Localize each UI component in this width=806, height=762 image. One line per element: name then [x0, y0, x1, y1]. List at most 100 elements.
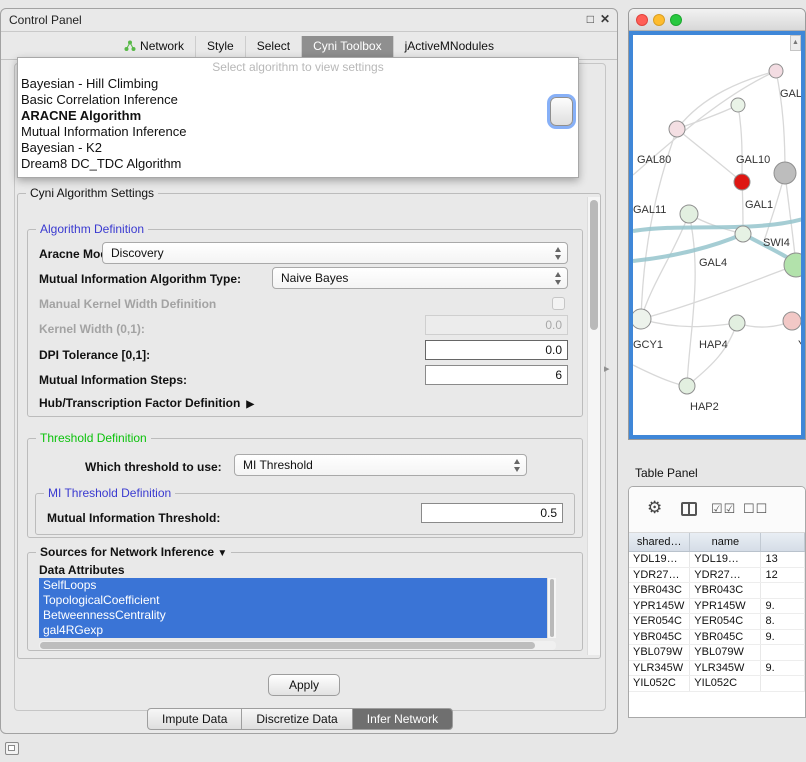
mi-threshold-field[interactable]: 0.5	[421, 503, 563, 523]
algorithm-option[interactable]: Bayesian - K2	[18, 140, 578, 156]
tab-discretize-data[interactable]: Discretize Data	[241, 708, 352, 730]
network-node[interactable]	[633, 309, 651, 329]
close-icon[interactable]: ✕	[600, 12, 610, 26]
control-panel-window: Control Panel □ ✕ Network Style Select C…	[0, 8, 618, 734]
table-row[interactable]: YDL19… YDL19… 13	[629, 552, 805, 568]
column-header[interactable]: name	[690, 533, 761, 551]
mi-steps-field[interactable]: 6	[425, 365, 568, 385]
tab-select[interactable]: Select	[245, 36, 301, 57]
algorithm-option[interactable]: Mutual Information Inference	[18, 124, 578, 140]
node-label: GAL4	[699, 257, 727, 269]
network-node[interactable]	[731, 98, 745, 112]
network-node[interactable]	[783, 312, 801, 330]
mi-type-select[interactable]: Naive Bayes	[272, 267, 568, 289]
network-node[interactable]	[734, 174, 750, 190]
table-cell: 9.	[761, 630, 805, 645]
window-title: Control Panel	[9, 13, 82, 27]
table-row[interactable]: YIL052C YIL052C	[629, 676, 805, 692]
settings-scrollbar[interactable]	[587, 197, 600, 655]
node-label: GAL80	[637, 154, 671, 166]
zoom-traffic-light[interactable]	[670, 14, 682, 26]
aracne-mode-select[interactable]: Discovery	[102, 242, 568, 264]
table-row[interactable]: YER054C YER054C 8.	[629, 614, 805, 630]
settings-scrollbar-thumb[interactable]	[590, 200, 598, 330]
algorithm-option[interactable]: Dream8 DC_TDC Algorithm	[18, 156, 578, 172]
table-cell: YLR345W	[629, 661, 690, 676]
table-header-row: shared… name	[629, 533, 805, 552]
table-cell: YDR27…	[629, 568, 690, 583]
table-columns-icon[interactable]	[681, 502, 697, 516]
network-node[interactable]	[735, 226, 751, 242]
stepper-icon	[513, 459, 522, 472]
network-node[interactable]	[669, 121, 685, 137]
attribute-item[interactable]: gal4RGexp	[39, 623, 547, 638]
algorithm-definition-title: Algorithm Definition	[36, 222, 148, 236]
dpi-tolerance-label: DPI Tolerance [0,1]:	[39, 348, 150, 362]
kernel-width-field: 0.0	[425, 315, 568, 335]
restore-panel-icon[interactable]	[5, 742, 19, 755]
gear-icon[interactable]: ⚙	[647, 498, 662, 518]
close-traffic-light[interactable]	[636, 14, 648, 26]
mi-type-value: Naive Bayes	[281, 271, 348, 285]
tab-impute-data[interactable]: Impute Data	[147, 708, 242, 730]
algorithm-option[interactable]: Bayesian - Hill Climbing	[18, 76, 578, 92]
network-node[interactable]	[679, 378, 695, 394]
collapse-right-icon: ▶	[246, 399, 254, 410]
table-row[interactable]: YDR27… YDR27… 12	[629, 568, 805, 584]
table-cell: YDR27…	[690, 568, 761, 583]
tab-infer-network[interactable]: Infer Network	[352, 708, 453, 730]
minimize-icon[interactable]: □	[587, 12, 594, 26]
table-cell: YBL079W	[690, 645, 761, 660]
attribute-item[interactable]: TopologicalCoefficient	[39, 593, 547, 608]
network-node[interactable]	[729, 315, 745, 331]
network-node[interactable]	[784, 253, 803, 277]
column-header[interactable]	[761, 533, 805, 551]
network-window-titlebar[interactable]	[629, 9, 805, 31]
table-panel-body: ⚙ ☑☑ ☐☐ shared… name YDL19… YDL19… 13 YD…	[628, 486, 806, 718]
tab-jactivemnodules[interactable]: jActiveMNodules	[393, 36, 505, 57]
network-canvas[interactable]: GAL GAL80 GAL10 GAL11 GAL1 SWI4 GAL4 GCY…	[633, 35, 803, 439]
attribute-list-hscrollbar[interactable]	[39, 641, 556, 650]
table-row[interactable]: YLR345W YLR345W 9.	[629, 661, 805, 677]
table-cell: YDL19…	[629, 552, 690, 567]
dpi-tolerance-field[interactable]: 0.0	[425, 340, 568, 360]
table-cell: YIL052C	[690, 676, 761, 691]
column-header[interactable]: shared…	[629, 533, 690, 551]
table-row[interactable]: YPR145W YPR145W 9.	[629, 599, 805, 615]
table-row[interactable]: YBR045C YBR045C 9.	[629, 630, 805, 646]
hub-definition-toggle[interactable]: Hub/Transcription Factor Definition▶	[39, 396, 254, 410]
network-node[interactable]	[774, 162, 796, 184]
select-all-columns-icon[interactable]: ☑☑	[711, 501, 736, 517]
attribute-list-scrollbar[interactable]	[547, 578, 556, 638]
scroll-up-icon[interactable]: ▲	[790, 35, 801, 51]
node-label: GCY1	[633, 339, 663, 351]
aracne-mode-value: Discovery	[111, 246, 164, 260]
node-table: shared… name YDL19… YDL19… 13 YDR27… YDR…	[629, 533, 805, 717]
sources-toggle[interactable]: Sources for Network Inference ▼	[36, 545, 231, 559]
control-panel-titlebar[interactable]: Control Panel □ ✕	[1, 9, 617, 32]
table-row[interactable]: YBL079W YBL079W	[629, 645, 805, 661]
table-cell: 9.	[761, 661, 805, 676]
table-row[interactable]: YBR043C YBR043C	[629, 583, 805, 599]
table-cell: 9.	[761, 599, 805, 614]
algorithm-settings-button[interactable]	[550, 97, 573, 126]
network-node[interactable]	[680, 205, 698, 223]
attribute-item[interactable]: BetweennessCentrality	[39, 608, 547, 623]
kernel-width-label: Kernel Width (0,1):	[39, 322, 145, 336]
network-node[interactable]	[769, 64, 783, 78]
stepper-icon	[554, 247, 563, 260]
algorithm-option[interactable]: Basic Correlation Inference	[18, 92, 578, 108]
node-label: GAL11	[633, 204, 666, 216]
unselect-all-columns-icon[interactable]: ☐☐	[743, 501, 768, 517]
panel-splitter-handle[interactable]: ▸	[604, 362, 610, 375]
attribute-item[interactable]: SelfLoops	[39, 578, 547, 593]
algorithm-option-selected[interactable]: ARACNE Algorithm	[18, 108, 578, 124]
tab-style[interactable]: Style	[195, 36, 245, 57]
table-cell: YBR045C	[690, 630, 761, 645]
apply-button[interactable]: Apply	[268, 674, 340, 696]
tab-cyni-toolbox[interactable]: Cyni Toolbox	[301, 36, 392, 57]
minimize-traffic-light[interactable]	[653, 14, 665, 26]
tab-network[interactable]: Network	[113, 36, 195, 57]
which-threshold-select[interactable]: MI Threshold	[234, 454, 527, 476]
which-threshold-label: Which threshold to use:	[85, 460, 222, 474]
